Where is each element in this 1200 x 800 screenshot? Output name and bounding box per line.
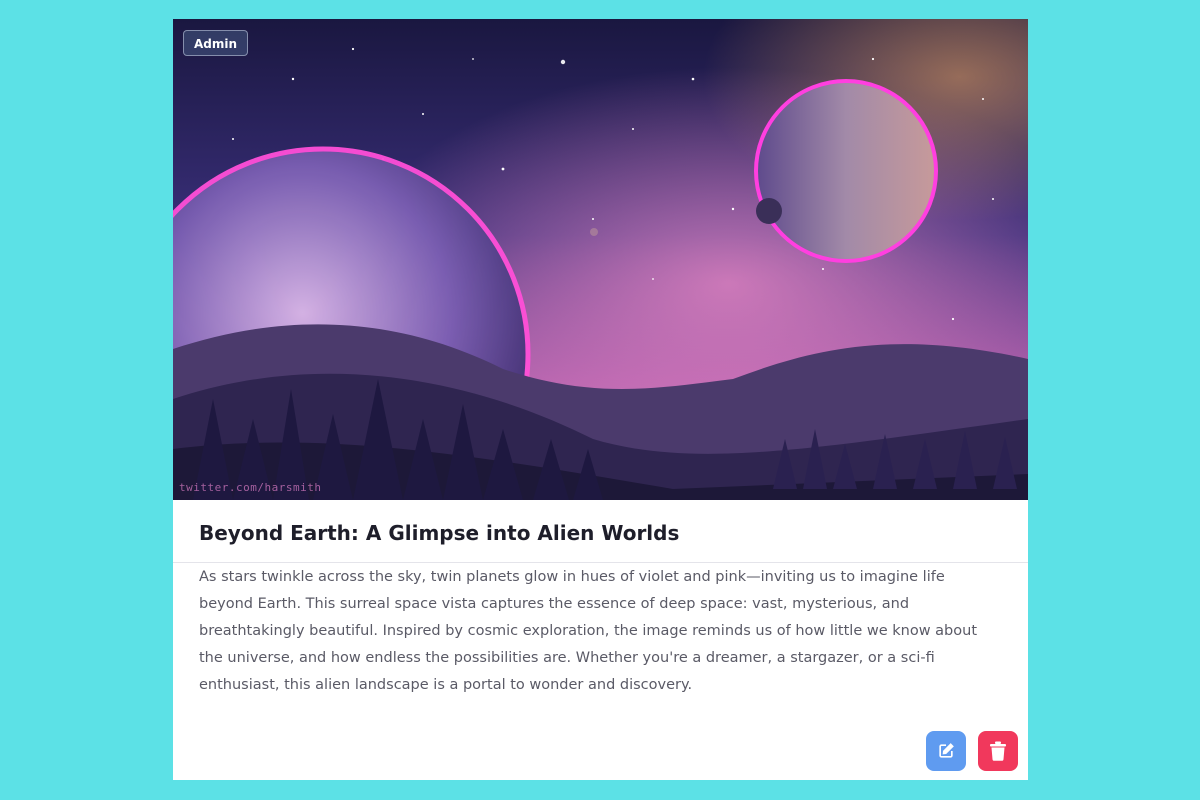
post-card: Admin twitter.com/harsmith Beyond Earth:… [173,19,1028,780]
delete-button[interactable] [978,731,1018,771]
trash-icon [989,741,1007,761]
post-image: Admin twitter.com/harsmith [173,19,1028,500]
post-title: Beyond Earth: A Glimpse into Alien World… [199,521,680,545]
edit-button[interactable] [926,731,966,771]
edit-icon [936,741,956,761]
image-watermark: twitter.com/harsmith [179,481,322,494]
title-divider [173,562,1028,563]
admin-badge: Admin [183,30,249,56]
post-description: As stars twinkle across the sky, twin pl… [199,569,978,693]
